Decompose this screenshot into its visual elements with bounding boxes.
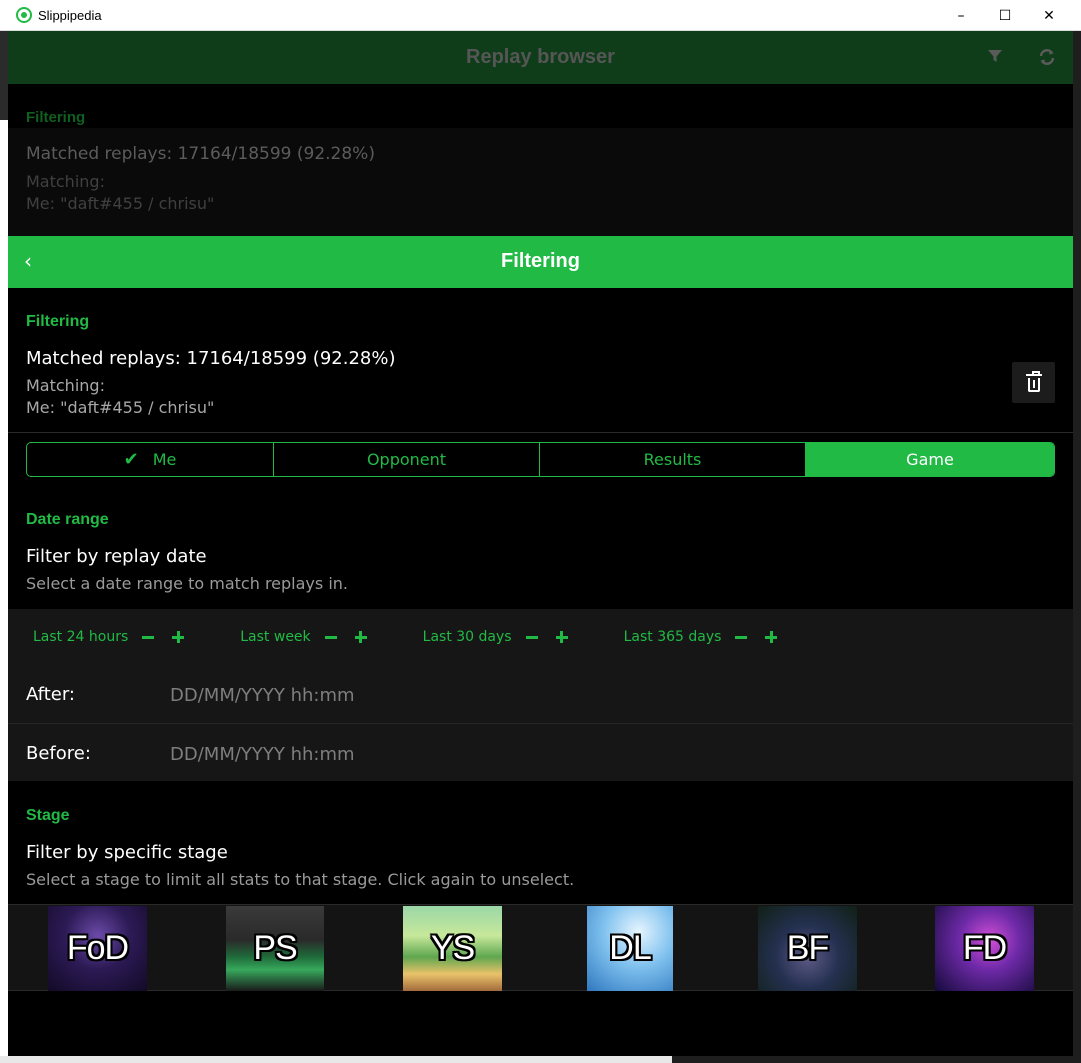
filter-icon[interactable] bbox=[987, 48, 1003, 69]
quick-range-label[interactable]: Last 24 hours bbox=[33, 629, 128, 645]
stage-ps-label: PS bbox=[253, 929, 297, 967]
minus-icon[interactable] bbox=[525, 631, 538, 643]
tab-me-label: Me bbox=[152, 450, 177, 469]
filtering-header: ‹ Filtering bbox=[8, 236, 1073, 288]
plus-icon[interactable] bbox=[354, 631, 367, 643]
quick-range-last-30-days: Last 30 days bbox=[423, 629, 586, 645]
background-desktop-bottom-dark bbox=[672, 1056, 1081, 1063]
stage-dl-label: DL bbox=[609, 929, 651, 967]
stage-fod-label: FoD bbox=[66, 929, 129, 967]
divider bbox=[8, 432, 1073, 433]
before-date-row: Before: bbox=[8, 723, 1073, 781]
background-section-label: Filtering bbox=[26, 109, 86, 126]
me-filter-text: Me: "daft#455 / chrisu" bbox=[26, 398, 215, 417]
stage-fd[interactable]: FD bbox=[935, 906, 1034, 991]
date-filter-description: Select a date range to match replays in. bbox=[26, 574, 348, 593]
window-titlebar: Slippipedia – ☐ ✕ bbox=[0, 0, 1081, 31]
minus-icon[interactable] bbox=[142, 631, 155, 643]
background-desktop-left-dark bbox=[0, 30, 8, 120]
stage-ps[interactable]: PS bbox=[226, 906, 324, 991]
stage-ys[interactable]: YS bbox=[403, 906, 502, 991]
stage-filter-description: Select a stage to limit all stats to tha… bbox=[26, 870, 575, 889]
after-date-input[interactable] bbox=[170, 682, 570, 708]
stage-dl[interactable]: DL bbox=[587, 906, 673, 991]
matched-replays-text: Matched replays: 17164/18599 (92.28%) bbox=[26, 348, 396, 369]
date-range-panel: Last 24 hours Last week Last 30 days Las… bbox=[8, 609, 1073, 781]
minimize-button[interactable]: – bbox=[938, 0, 984, 31]
before-date-input[interactable] bbox=[170, 741, 570, 767]
background-header-title: Replay browser bbox=[466, 46, 615, 68]
maximize-button[interactable]: ☐ bbox=[982, 0, 1028, 31]
after-label: After: bbox=[26, 684, 75, 705]
background-me-filter: Me: "daft#455 / chrisu" bbox=[26, 194, 215, 213]
plus-icon[interactable] bbox=[172, 631, 185, 643]
checkmark-icon: ✔ bbox=[123, 449, 139, 470]
filter-tabs: ✔ Me Opponent Results Game bbox=[26, 442, 1055, 477]
close-button[interactable]: ✕ bbox=[1026, 0, 1072, 31]
quick-range-last-24-hours: Last 24 hours bbox=[33, 629, 202, 645]
stage-filter-title: Filter by specific stage bbox=[26, 842, 228, 863]
plus-icon[interactable] bbox=[555, 631, 568, 643]
tab-opponent-label: Opponent bbox=[366, 450, 447, 469]
background-desktop-right bbox=[1073, 30, 1081, 1063]
quick-range-last-week: Last week bbox=[240, 629, 384, 645]
background-header: Replay browser bbox=[8, 31, 1073, 84]
tab-results-label: Results bbox=[643, 450, 702, 469]
tab-opponent[interactable]: Opponent bbox=[274, 443, 540, 476]
quick-range-last-365-days: Last 365 days bbox=[624, 629, 796, 645]
trash-icon bbox=[1025, 370, 1042, 392]
quick-range-label[interactable]: Last week bbox=[240, 629, 310, 645]
tab-me[interactable]: ✔ Me bbox=[27, 443, 274, 476]
after-date-row: After: bbox=[8, 665, 1073, 723]
background-desktop-left bbox=[0, 30, 8, 1063]
tab-game[interactable]: Game bbox=[806, 443, 1054, 476]
before-label: Before: bbox=[26, 743, 91, 764]
stage-section-label: Stage bbox=[26, 807, 70, 824]
background-matched-text: Matched replays: 17164/18599 (92.28%) bbox=[26, 144, 375, 164]
tab-game-label: Game bbox=[906, 450, 954, 469]
minus-icon[interactable] bbox=[735, 631, 748, 643]
background-matching-label: Matching: bbox=[26, 172, 105, 191]
stage-fod[interactable]: FoD bbox=[48, 906, 147, 991]
page-title: Filtering bbox=[501, 250, 580, 272]
background-summary-panel: Matched replays: 17164/18599 (92.28%) Ma… bbox=[8, 128, 1073, 236]
stage-bf[interactable]: BF bbox=[758, 906, 857, 991]
summary-section-label: Filtering bbox=[26, 313, 90, 330]
tab-results[interactable]: Results bbox=[540, 443, 806, 476]
stage-bf-label: BF bbox=[786, 929, 829, 967]
quick-range-row: Last 24 hours Last week Last 30 days Las… bbox=[33, 629, 833, 645]
refresh-icon[interactable] bbox=[1038, 48, 1056, 71]
app-logo-icon bbox=[16, 7, 32, 23]
date-range-section-label: Date range bbox=[26, 511, 109, 528]
window-title: Slippipedia bbox=[38, 8, 102, 23]
plus-icon[interactable] bbox=[765, 631, 778, 643]
matching-label: Matching: bbox=[26, 376, 105, 395]
quick-range-label[interactable]: Last 30 days bbox=[423, 629, 512, 645]
stage-selector: FoD PS YS DL BF FD bbox=[8, 904, 1073, 991]
stage-ys-label: YS bbox=[430, 929, 475, 967]
minus-icon[interactable] bbox=[324, 631, 337, 643]
stage-fd-label: FD bbox=[962, 929, 1007, 967]
quick-range-label[interactable]: Last 365 days bbox=[624, 629, 722, 645]
date-filter-title: Filter by replay date bbox=[26, 546, 207, 567]
app-window: Replay browser Filtering Matched replays… bbox=[8, 31, 1073, 1056]
reset-filter-button[interactable] bbox=[1012, 362, 1055, 403]
